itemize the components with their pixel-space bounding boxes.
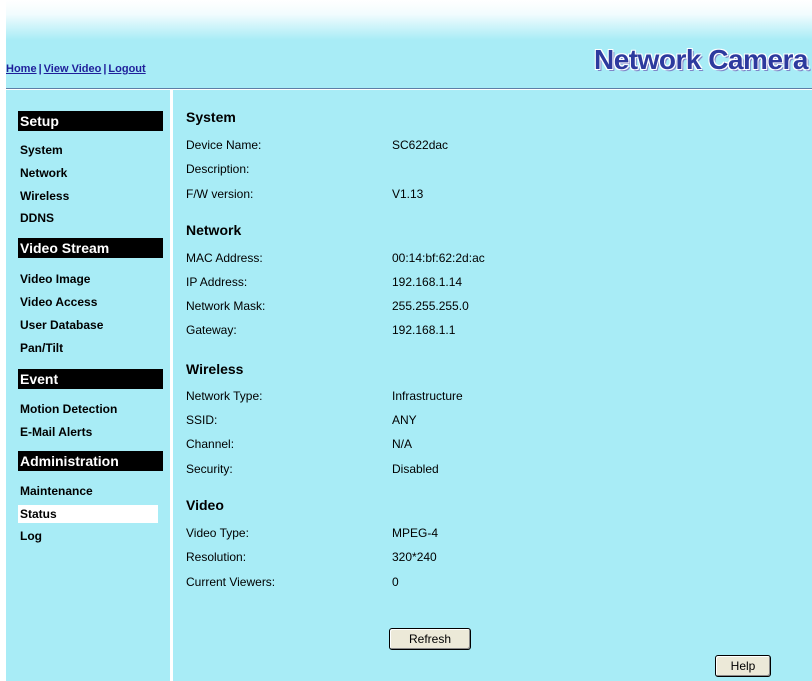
section-title-video: Video [186,497,224,513]
field-value-video-type: MPEG-4 [392,526,439,540]
field-value-ssid: ANY [392,413,417,427]
sidebar-section-administration: Administration [18,451,163,471]
sidebar-item-status[interactable]: Status [18,505,158,523]
nav-home-link[interactable]: Home [6,63,37,75]
field-label-security: Security: [186,462,233,476]
field-value-device-name: SC622dac [392,138,449,152]
field-label-video-type: Video Type: [186,526,249,540]
field-value-channel: N/A [392,437,413,451]
header-gradient [6,0,812,40]
field-label-channel: Channel: [186,437,235,451]
sidebar-item-pan-tilt[interactable]: Pan/Tilt [18,339,158,357]
help-button[interactable]: Help [715,655,771,677]
sidebar-section-setup: Setup [18,111,163,131]
field-label-mac-address: MAC Address: [186,251,263,265]
nav-logout-link[interactable]: Logout [108,63,145,75]
sidebar-item-wireless[interactable]: Wireless [18,187,158,205]
field-label-resolution: Resolution: [186,550,247,564]
sidebar-item-log[interactable]: Log [18,527,158,545]
sidebar-item-e-mail-alerts[interactable]: E-Mail Alerts [18,423,158,441]
header-divider-highlight [6,89,812,90]
field-label-description: Description: [186,162,250,176]
sidebar-item-maintenance[interactable]: Maintenance [18,482,158,500]
field-label-ssid: SSID: [186,413,218,427]
sidebar-section-event: Event [18,369,163,389]
field-value-resolution: 320*240 [392,550,437,564]
sidebar-item-video-image[interactable]: Video Image [18,270,158,288]
field-value-security: Disabled [392,462,439,476]
section-title-network: Network [186,222,242,238]
field-value-current-viewers: 0 [392,575,399,589]
sidebar-item-motion-detection[interactable]: Motion Detection [18,400,158,418]
sidebar-item-user-database[interactable]: User Database [18,316,158,334]
top-navigation: Home | View Video | Logout [6,63,146,75]
field-value-network-type: Infrastructure [392,389,463,403]
page-frame: Home | View Video | Logout Network Camera Se… [6,0,812,681]
field-label-gateway: Gateway: [186,323,237,337]
field-value-mac-address: 00:14:bf:62:2d:ac [392,251,485,265]
field-label-f-w-version: F/W version: [186,187,254,201]
section-title-wireless: Wireless [186,361,244,377]
brand-logo: Network Camera [594,44,808,75]
sidebar-section-video-stream: Video Stream [18,238,163,258]
sidebar-item-video-access[interactable]: Video Access [18,293,158,311]
sidebar-item-system[interactable]: System [18,141,158,159]
section-title-system: System [186,109,236,125]
field-value-f-w-version: V1.13 [392,187,424,201]
field-value-gateway: 192.168.1.1 [392,323,456,337]
sidebar-item-network[interactable]: Network [18,164,158,182]
sidebar-item-ddns[interactable]: DDNS [18,209,158,227]
nav-separator: | [38,63,42,75]
field-label-network-mask: Network Mask: [186,299,266,313]
field-value-network-mask: 255.255.255.0 [392,299,469,313]
field-label-network-type: Network Type: [186,389,263,403]
field-label-device-name: Device Name: [186,138,262,152]
field-label-ip-address: IP Address: [186,275,248,289]
field-label-current-viewers: Current Viewers: [186,575,276,589]
field-value-ip-address: 192.168.1.14 [392,275,463,289]
refresh-button[interactable]: Refresh [389,628,471,650]
sidebar-divider [170,90,173,681]
nav-view-video-link[interactable]: View Video [44,63,102,75]
